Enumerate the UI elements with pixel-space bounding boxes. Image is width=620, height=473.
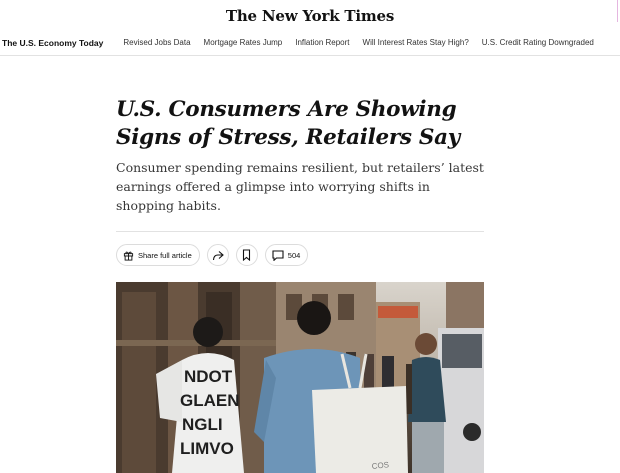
save-article-button[interactable] — [235, 244, 258, 266]
bookmark-icon — [242, 249, 251, 261]
sweater-text-4: LIMVO — [180, 439, 234, 458]
sweater-text-2: GLAEN — [180, 391, 240, 410]
subnav-link-inflation[interactable]: Inflation Report — [295, 38, 349, 47]
article-actions: Share full article 504 — [116, 244, 309, 266]
topic-subnav: The U.S. Economy Today Revised Jobs Data… — [0, 30, 620, 56]
summary-divider — [116, 231, 484, 232]
article-summary: Consumer spending remains resilient, but… — [116, 160, 484, 213]
share-arrow-icon — [212, 250, 224, 261]
gift-icon — [123, 250, 134, 261]
nyt-logo[interactable]: The New York Times — [226, 5, 394, 25]
article-photo: NDOT GLAEN NGLI LIMVO COS — [116, 282, 484, 473]
share-button[interactable] — [206, 244, 229, 266]
sweater-text-3: NGLI — [182, 415, 223, 434]
subnav-link-mortgage[interactable]: Mortgage Rates Jump — [204, 38, 283, 47]
comments-button[interactable]: 504 — [264, 244, 309, 266]
share-full-article-button[interactable]: Share full article — [116, 244, 200, 266]
bag-logo-text: COS — [371, 460, 389, 471]
subnav-title[interactable]: The U.S. Economy Today — [2, 38, 103, 48]
edge-divider — [617, 0, 618, 22]
subnav-link-credit-rating[interactable]: U.S. Credit Rating Downgraded — [482, 38, 594, 47]
share-label: Share full article — [138, 250, 192, 260]
comment-icon — [272, 249, 284, 261]
article-headline: U.S. Consumers Are Showing Signs of Stre… — [116, 97, 460, 150]
subnav-link-interest-rates[interactable]: Will Interest Rates Stay High? — [363, 38, 469, 47]
sweater-text-1: NDOT — [184, 367, 233, 386]
comments-count: 504 — [287, 250, 301, 260]
subnav-link-jobs[interactable]: Revised Jobs Data — [123, 38, 190, 47]
masthead: The New York Times — [0, 0, 620, 30]
